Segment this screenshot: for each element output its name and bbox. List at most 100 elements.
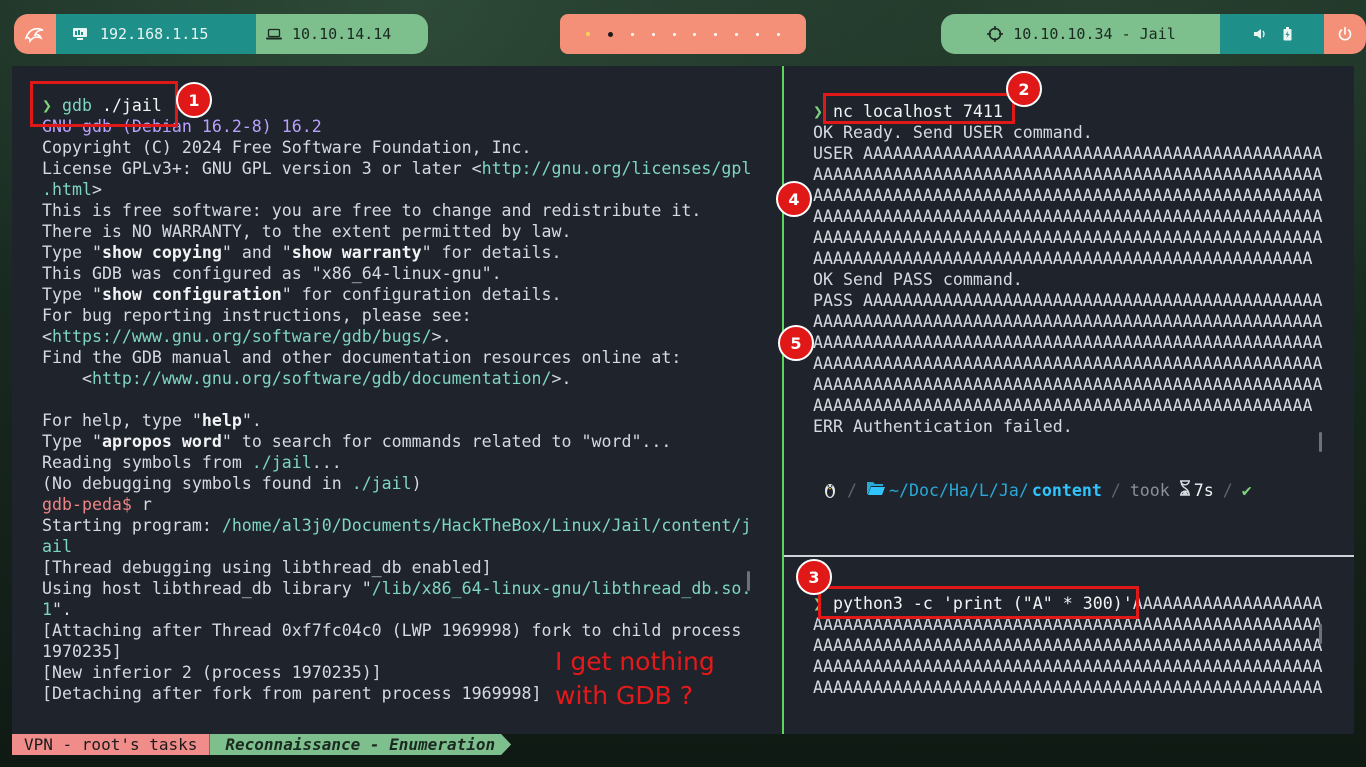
terminal-text: AAAAAAAAAAAAAAAAAAAAAAAAAAAAAAAAAAAAAAAA…: [813, 186, 1323, 205]
workspace-dot[interactable]: [714, 32, 718, 36]
terminal-text: 1970235]: [42, 642, 122, 661]
prompt-path-current: content: [1031, 480, 1102, 500]
monitor-icon: [72, 27, 88, 41]
terminal-text: gdb-peda$: [42, 495, 142, 514]
terminal-text: Starting program:: [42, 516, 222, 535]
volume-icon[interactable]: [1253, 28, 1267, 40]
terminal-text: License GPLv3+: GNU GPL version 3 or lat…: [42, 159, 482, 178]
terminal-text: AAAAAAAAAAAAAAAAAAAAAAAAAAAAAAAAAAAAAAAA…: [813, 636, 1323, 655]
terminal-line: .html>: [42, 179, 751, 200]
terminal-line: [Thread debugging using libthread_db ena…: [42, 557, 751, 578]
terminal-text: ail: [42, 537, 72, 556]
workspace-dot[interactable]: [672, 32, 676, 36]
terminal-line: Using host libthread_db library "/lib/x8…: [42, 578, 751, 599]
terminal-line: Type "show configuration" for configurat…: [42, 284, 751, 305]
terminal-line: AAAAAAAAAAAAAAAAAAAAAAAAAAAAAAAAAAAAAAAA…: [813, 311, 1323, 332]
terminal-text: Type ": [42, 285, 102, 304]
status-window[interactable]: Reconnaissance - Enumeration: [209, 734, 511, 755]
terminal-text: There is NO WARRANTY, to the extent perm…: [42, 222, 572, 241]
terminal-line: <http://www.gnu.org/software/gdb/documen…: [42, 368, 751, 389]
terminal-text: ): [411, 474, 422, 493]
terminal-text: For bug reporting instructions, please s…: [42, 306, 472, 325]
terminal-line: AAAAAAAAAAAAAAAAAAAAAAAAAAAAAAAAAAAAAAAA…: [813, 656, 1323, 677]
workspace-dot[interactable]: [693, 32, 697, 36]
status-session[interactable]: VPN - root's tasks: [12, 734, 210, 755]
terminal-text: This GDB was configured as "x86_64-linux…: [42, 264, 502, 283]
terminal-text: For help, type ": [42, 411, 202, 430]
power-button[interactable]: [1324, 14, 1366, 54]
annotation-badge-5: 5: [778, 325, 814, 361]
terminal-text: Copyright (C) 2024 Free Software Foundat…: [42, 138, 532, 157]
prompt-status-check: ✔: [1241, 480, 1252, 500]
terminal-line: AAAAAAAAAAAAAAAAAAAAAAAAAAAAAAAAAAAAAAAA…: [813, 185, 1323, 206]
terminal-text: Type ": [42, 243, 102, 262]
workspace-switcher[interactable]: [560, 14, 806, 54]
terminal-text: .html: [42, 180, 92, 199]
power-icon: [1337, 26, 1353, 42]
terminal-text: [Attaching after Thread 0xf7fc04c0 (LWP …: [42, 621, 742, 640]
workspace-dot[interactable]: [585, 32, 590, 36]
vpn-ip-widget[interactable]: 10.10.14.14: [256, 14, 428, 54]
workspace-dot[interactable]: [607, 31, 613, 37]
workspace-dot[interactable]: [630, 32, 634, 36]
terminal-text: >.: [431, 327, 452, 346]
terminal-line: Copyright (C) 2024 Free Software Foundat…: [42, 137, 751, 158]
prompt-path: ~/Doc/Ha/L/Ja/content: [866, 480, 1102, 500]
terminal-line: USER AAAAAAAAAAAAAAAAAAAAAAAAAAAAAAAAAAA…: [813, 143, 1323, 164]
terminal-text: AAAAAAAAAAAAAAAAAAAAAAAAAAAAAAAAAAAAAAAA…: [813, 396, 1313, 415]
workspace-dot[interactable]: [756, 32, 760, 36]
terminal-line: For help, type "help".: [42, 410, 751, 431]
terminal-text: ./jail: [351, 474, 412, 493]
annotation-badge-4: 4: [776, 181, 812, 217]
terminal-text: >: [91, 180, 102, 199]
pane-divider-horizontal[interactable]: [784, 555, 1354, 557]
gdb-pane[interactable]: ❯ gdb ./jail GNU gdb (Debian 16.2-8) 16.2…: [42, 95, 751, 704]
prompt-duration: took 7s: [1130, 480, 1214, 500]
workspace-dot[interactable]: [777, 32, 781, 36]
hourglass-icon: [1179, 480, 1191, 500]
terminal-text: 1: [42, 600, 52, 619]
terminal-text: http://gnu.org/licenses/gpl: [481, 159, 752, 178]
terminal-line: AAAAAAAAAAAAAAAAAAAAAAAAAAAAAAAAAAAAAAAA…: [813, 635, 1323, 656]
terminal-text: OK Send PASS command.: [813, 270, 1023, 289]
workspace-dot[interactable]: [651, 32, 655, 36]
gdb-pane-scrollbar[interactable]: [747, 571, 750, 591]
terminal-line: There is NO WARRANTY, to the extent perm…: [42, 221, 751, 242]
terminal-text: " for configuration details.: [281, 285, 562, 304]
terminal-line: AAAAAAAAAAAAAAAAAAAAAAAAAAAAAAAAAAAAAAAA…: [813, 206, 1323, 227]
terminal-text: http://www.gnu.org/software/gdb/document…: [91, 369, 552, 388]
target-widget[interactable]: 10.10.10.34 - Jail: [941, 14, 1222, 54]
terminal-line: AAAAAAAAAAAAAAAAAAAAAAAAAAAAAAAAAAAAAAAA…: [813, 332, 1323, 353]
terminal-text: show configuration: [101, 285, 282, 304]
terminal-line: Type "show copying" and "show warranty" …: [42, 242, 751, 263]
terminal-text: AAAAAAAAAAAAAAAAAAAAAAAAAAAAAAAAAAAAAAAA…: [813, 207, 1323, 226]
folder-open-icon: [866, 480, 886, 500]
host-ip-text: 192.168.1.15: [100, 25, 209, 43]
terminal-line: This is free software: you are free to c…: [42, 200, 751, 221]
annotation-note: I get nothing with GDB ?: [555, 647, 715, 710]
annotation-badge-2: 2: [1006, 71, 1042, 107]
kali-dragon-icon: [24, 25, 46, 43]
terminal-line: AAAAAAAAAAAAAAAAAAAAAAAAAAAAAAAAAAAAAAAA…: [813, 248, 1323, 269]
python-pane-scrollbar[interactable]: [1319, 624, 1322, 644]
terminal-text: " to search for commands related to "wor…: [221, 432, 672, 451]
netcat-pane-scrollbar[interactable]: [1319, 432, 1322, 452]
terminal-text: AAAAAAAAAAAAAAAAAAAAAAAAAAAAAAAAAAAAAAAA…: [813, 354, 1323, 373]
terminal-line: AAAAAAAAAAAAAAAAAAAAAAAAAAAAAAAAAAAAAAAA…: [813, 395, 1323, 416]
netcat-pane[interactable]: ❯ nc localhost 7411 OK Ready. Send USER c…: [813, 101, 1323, 437]
host-ip-widget[interactable]: 192.168.1.15: [56, 14, 258, 54]
terminal-line: Reading symbols from ./jail...: [42, 452, 751, 473]
launcher-button[interactable]: [14, 14, 56, 54]
pane-divider-vertical[interactable]: [782, 66, 784, 734]
linux-penguin-icon: [822, 481, 838, 499]
prompt-duration-value: 7s: [1193, 480, 1214, 500]
terminal-text: [Thread debugging using libthread_db ena…: [42, 558, 492, 577]
workspace-dot[interactable]: [735, 32, 739, 36]
annotation-badge-1: 1: [176, 82, 212, 118]
top-panel: 192.168.1.15 10.10.14.14 10.10.10.34 - J…: [0, 0, 1366, 60]
terminal-line: AAAAAAAAAAAAAAAAAAAAAAAAAAAAAAAAAAAAAAAA…: [813, 677, 1323, 698]
terminal-text: apropos word: [101, 432, 222, 451]
battery-icon[interactable]: [1283, 27, 1292, 41]
terminal-text: ...: [311, 453, 342, 472]
